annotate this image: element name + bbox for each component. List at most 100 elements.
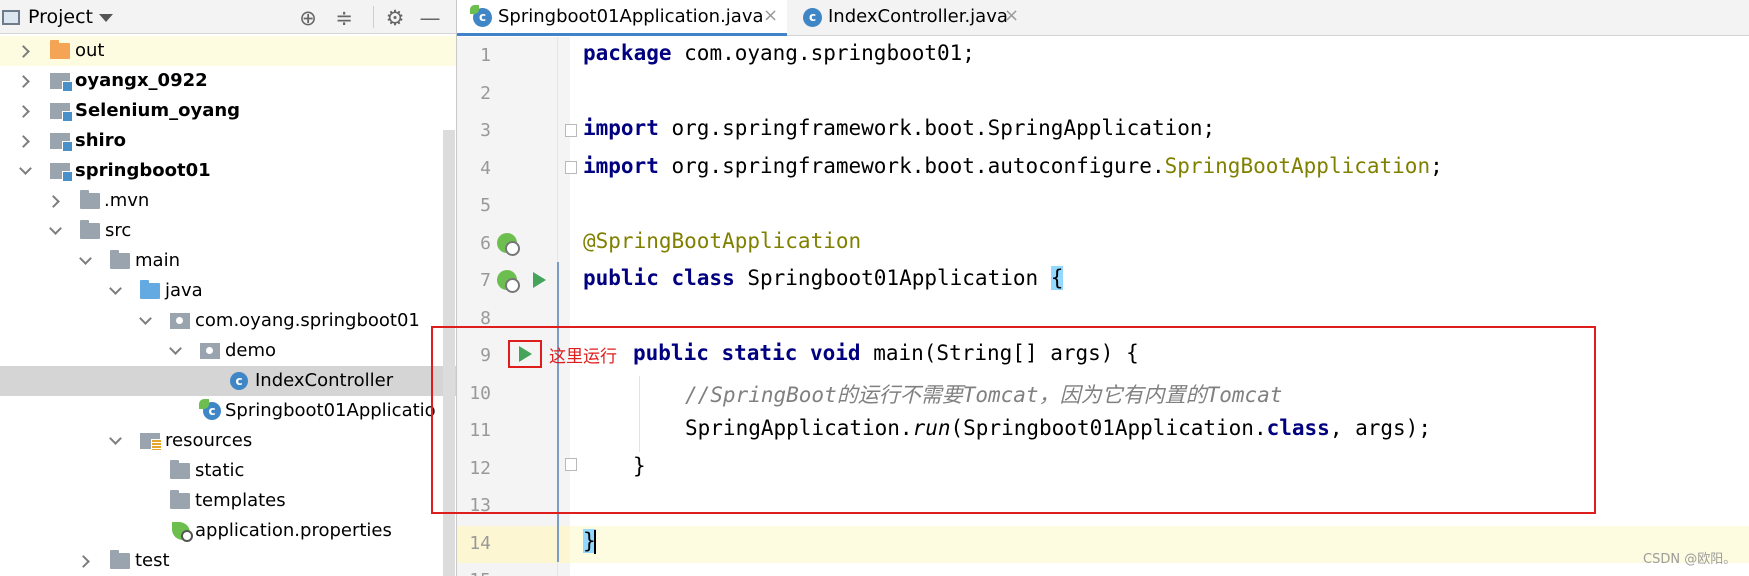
tree-row-label: Selenium_oyang bbox=[75, 100, 241, 121]
chevron-right-icon[interactable] bbox=[17, 105, 30, 118]
tree-row-label: java bbox=[165, 280, 203, 301]
module-icon bbox=[50, 163, 73, 182]
line-number: 5 bbox=[480, 195, 491, 216]
line-number: 14 bbox=[469, 533, 491, 554]
spring-boot-class-icon: c bbox=[199, 399, 221, 420]
chevron-right-icon[interactable] bbox=[77, 555, 90, 568]
tree-row-label: Springboot01Applicatio bbox=[225, 400, 436, 421]
chevron-right-icon[interactable] bbox=[17, 75, 30, 88]
tree-row-label: templates bbox=[195, 490, 286, 511]
watermark: CSDN @欧阳。 bbox=[1643, 552, 1737, 567]
tree-row-springboot01[interactable]: springboot01 bbox=[0, 156, 456, 186]
tree-row-static[interactable]: static bbox=[0, 456, 456, 486]
folder-icon bbox=[170, 490, 190, 509]
folder-excluded-icon bbox=[50, 40, 70, 59]
spring-properties-icon bbox=[172, 522, 193, 542]
resources-folder-icon bbox=[140, 433, 162, 451]
chevron-down-icon[interactable] bbox=[169, 342, 182, 355]
tree-row-label: main bbox=[135, 250, 180, 271]
tree-row-label: .mvn bbox=[104, 190, 150, 211]
collapse-all-icon[interactable]: ≑ bbox=[332, 6, 356, 30]
tree-row-label: com.oyang.springboot01 bbox=[195, 310, 420, 331]
code-line-14[interactable]: } bbox=[583, 529, 596, 554]
run-class-icon[interactable] bbox=[533, 272, 546, 288]
tree-row-out[interactable]: out bbox=[0, 36, 456, 66]
tab-label: Springboot01Application.java bbox=[498, 6, 764, 27]
fold-marker-icon[interactable] bbox=[565, 124, 577, 137]
tree-row-label: test bbox=[135, 550, 170, 571]
code-text: org.springframework.boot.autoconfigure. bbox=[658, 154, 1165, 178]
code-text: com.oyang.springboot01; bbox=[671, 41, 975, 65]
code-line-3[interactable]: import org.springframework.boot.SpringAp… bbox=[583, 116, 1215, 140]
fold-marker-icon[interactable] bbox=[565, 161, 577, 174]
chevron-down-icon[interactable] bbox=[49, 222, 62, 235]
tree-row-oyangx-0922[interactable]: oyangx_0922 bbox=[0, 66, 456, 96]
folder-icon bbox=[170, 460, 190, 479]
tree-row-templates[interactable]: templates bbox=[0, 486, 456, 516]
package-icon bbox=[200, 343, 220, 359]
tree-row-indexcontroller[interactable]: c IndexController bbox=[0, 366, 456, 396]
tree-row-package[interactable]: com.oyang.springboot01 bbox=[0, 306, 456, 336]
folder-icon bbox=[110, 250, 130, 269]
line-number: 4 bbox=[480, 158, 491, 179]
package-icon bbox=[170, 313, 190, 329]
tree-row-label: out bbox=[75, 40, 105, 61]
tree-row-label: oyangx_0922 bbox=[75, 70, 208, 91]
code-line-7[interactable]: public class Springboot01Application { bbox=[583, 266, 1064, 290]
tab-springboot01application[interactable]: c Springboot01Application.java × bbox=[457, 0, 787, 36]
source-folder-icon bbox=[140, 280, 160, 299]
close-icon[interactable]: × bbox=[1004, 5, 1019, 26]
spring-bean-icon[interactable] bbox=[497, 270, 520, 293]
tab-label: IndexController.java bbox=[828, 6, 1008, 27]
annotation-label: 这里运行 bbox=[549, 347, 617, 367]
tree-row-test[interactable]: test bbox=[0, 546, 456, 576]
code-text: ; bbox=[1430, 154, 1443, 178]
chevron-down-icon[interactable] bbox=[19, 162, 32, 175]
header-separator bbox=[373, 6, 374, 28]
folder-icon bbox=[110, 550, 130, 569]
tree-row-src[interactable]: src bbox=[0, 216, 456, 246]
code-line-1[interactable]: package com.oyang.springboot01; bbox=[583, 41, 975, 65]
chevron-down-icon[interactable] bbox=[79, 252, 92, 265]
gear-icon[interactable]: ⚙ bbox=[383, 6, 407, 30]
tree-row-application-properties[interactable]: application.properties bbox=[0, 516, 456, 546]
chevron-down-icon[interactable] bbox=[109, 282, 122, 295]
code-text: Springboot01Application bbox=[734, 266, 1051, 290]
tab-indexcontroller[interactable]: c IndexController.java × bbox=[787, 0, 1027, 36]
tree-row-resources[interactable]: resources bbox=[0, 426, 456, 456]
code-line-4[interactable]: import org.springframework.boot.autoconf… bbox=[583, 154, 1443, 178]
tree-row-demo[interactable]: demo bbox=[0, 336, 456, 366]
tree-row-label: resources bbox=[165, 430, 253, 451]
tree-row-mvn[interactable]: .mvn bbox=[0, 186, 456, 216]
code-line-6[interactable]: @SpringBootApplication bbox=[583, 229, 861, 253]
module-icon bbox=[50, 73, 73, 92]
tree-row-label: src bbox=[105, 220, 132, 241]
project-header: Project ⊕ ≑ ⚙ — bbox=[0, 0, 456, 34]
tree-row-label: application.properties bbox=[195, 520, 392, 541]
class-icon: c bbox=[803, 8, 822, 27]
tree-row-java[interactable]: java bbox=[0, 276, 456, 306]
module-icon bbox=[50, 103, 73, 122]
code-text: org.springframework.boot.SpringApplicati… bbox=[658, 116, 1216, 140]
current-line-highlight bbox=[457, 526, 1749, 563]
hide-icon[interactable]: — bbox=[418, 6, 442, 30]
module-icon bbox=[50, 133, 73, 152]
chevron-right-icon[interactable] bbox=[17, 135, 30, 148]
tree-row-springboot01application[interactable]: c Springboot01Applicatio bbox=[0, 396, 456, 426]
chevron-down-icon[interactable] bbox=[99, 14, 113, 22]
project-view-icon bbox=[2, 10, 20, 25]
spring-bean-icon[interactable] bbox=[497, 233, 520, 256]
tree-row-shiro[interactable]: shiro bbox=[0, 126, 456, 156]
tree-row-label: demo bbox=[225, 340, 277, 361]
chevron-down-icon[interactable] bbox=[109, 432, 122, 445]
chevron-down-icon[interactable] bbox=[139, 312, 152, 325]
chevron-right-icon[interactable] bbox=[17, 45, 30, 58]
project-title[interactable]: Project bbox=[28, 6, 93, 28]
tree-row-selenium-oyang[interactable]: Selenium_oyang bbox=[0, 96, 456, 126]
close-icon[interactable]: × bbox=[763, 5, 778, 26]
locate-icon[interactable]: ⊕ bbox=[296, 6, 320, 30]
chevron-right-icon[interactable] bbox=[47, 195, 60, 208]
line-number: 2 bbox=[480, 83, 491, 104]
tree-row-main[interactable]: main bbox=[0, 246, 456, 276]
line-number: 1 bbox=[480, 45, 491, 66]
